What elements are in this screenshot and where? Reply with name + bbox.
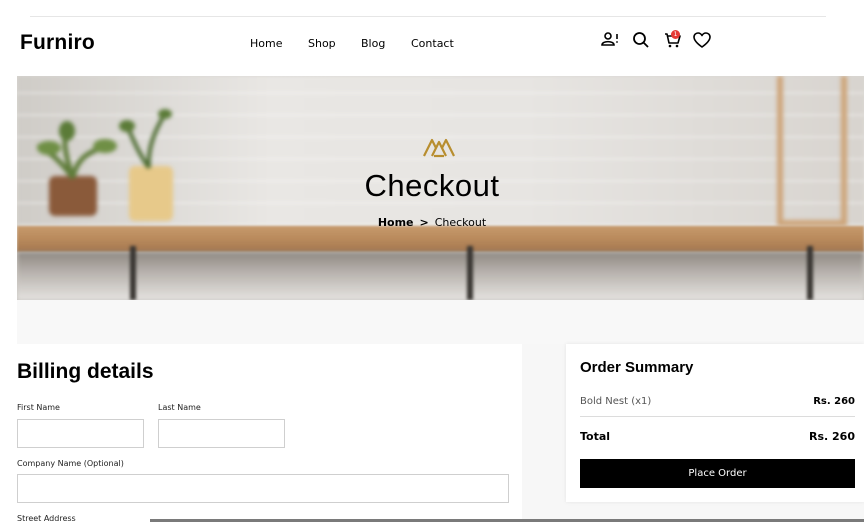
summary-item-name: Bold Nest (x1) xyxy=(580,396,652,407)
order-summary-heading: Order Summary xyxy=(580,359,694,376)
summary-total-label: Total xyxy=(580,430,611,443)
nav-contact[interactable]: Contact xyxy=(411,37,454,50)
summary-total-row: Total Rs. 260 xyxy=(580,430,855,443)
last-name-field[interactable] xyxy=(158,419,285,448)
user-alert-icon[interactable] xyxy=(600,30,620,50)
billing-form: Billing details First Name Last Name Com… xyxy=(0,344,522,523)
nav-blog[interactable]: Blog xyxy=(361,37,385,50)
heart-icon[interactable] xyxy=(692,30,712,50)
section-spacer xyxy=(17,300,864,344)
company-name-field[interactable] xyxy=(17,474,509,503)
hero-background-shelf xyxy=(17,226,864,252)
order-summary-card: Order Summary Bold Nest (x1) Rs. 260 Tot… xyxy=(566,344,864,502)
site-header: Furniro Home Shop Blog Contact 1 xyxy=(0,18,864,76)
summary-total-value: Rs. 260 xyxy=(809,430,855,443)
first-name-label: First Name xyxy=(17,403,60,412)
nav-shop[interactable]: Shop xyxy=(308,37,336,50)
hero-shelf-bracket xyxy=(130,246,136,300)
search-icon[interactable] xyxy=(631,30,651,50)
hero-shelf-bracket xyxy=(467,246,473,300)
first-name-field[interactable] xyxy=(17,419,144,448)
cart-icon[interactable]: 1 xyxy=(663,30,683,50)
summary-divider xyxy=(580,416,855,417)
breadcrumb-separator: > xyxy=(419,216,429,229)
brand-logo[interactable]: Furniro xyxy=(20,31,95,55)
billing-heading: Billing details xyxy=(17,360,154,383)
brand-mark-icon xyxy=(423,138,455,158)
company-name-label: Company Name (Optional) xyxy=(17,459,124,468)
breadcrumb-home[interactable]: Home xyxy=(378,216,414,229)
summary-item-price: Rs. 260 xyxy=(813,396,855,407)
page-title: Checkout xyxy=(364,168,500,203)
place-order-button[interactable]: Place Order xyxy=(580,459,855,488)
breadcrumb-current: Checkout xyxy=(434,216,487,229)
breadcrumb: Home > Checkout xyxy=(0,216,864,229)
header-top-divider xyxy=(30,16,826,17)
last-name-label: Last Name xyxy=(158,403,201,412)
hero-shelf-bracket xyxy=(807,246,813,300)
hero-background-lower xyxy=(17,252,864,300)
cart-count-badge: 1 xyxy=(671,30,680,39)
summary-line-item: Bold Nest (x1) Rs. 260 xyxy=(580,396,855,407)
nav-home[interactable]: Home xyxy=(250,37,282,50)
